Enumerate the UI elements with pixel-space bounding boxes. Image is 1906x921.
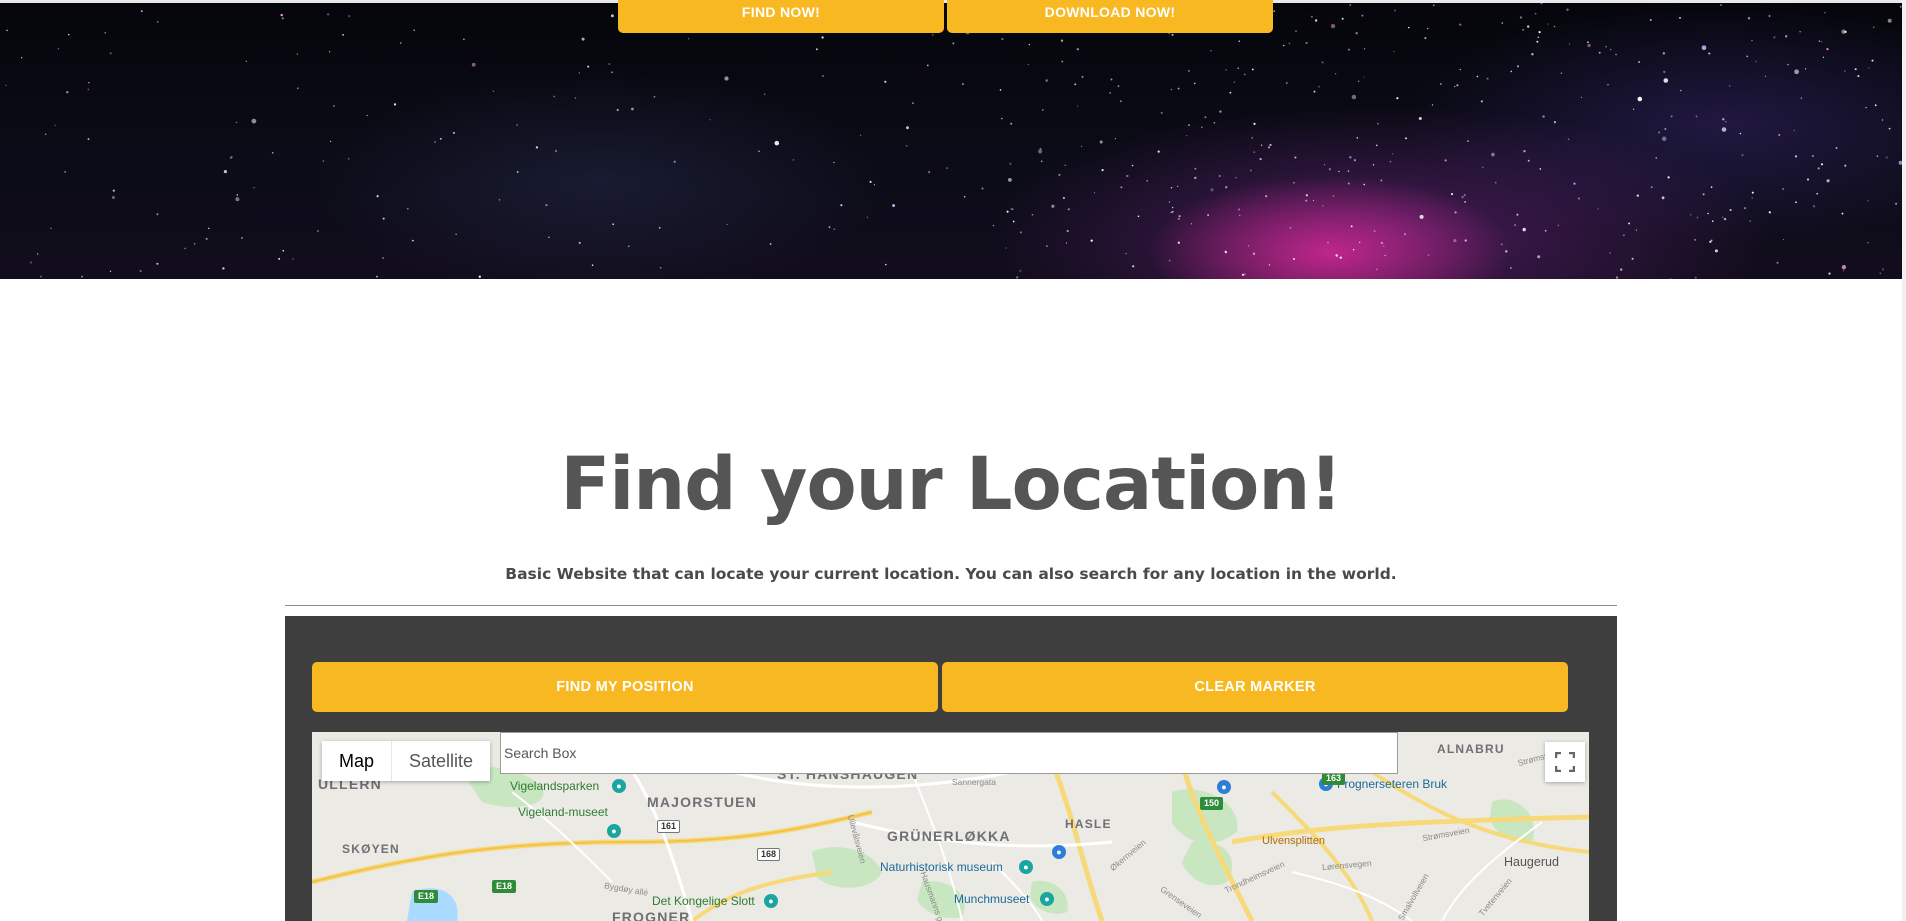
map-canvas[interactable]: ULLERN MAJORSTUEN ST. HANSHAUGEN GRÜNERL… bbox=[312, 732, 1589, 921]
starfield-background bbox=[5, 3, 1902, 279]
map-poi-label: Vigelandsparken bbox=[510, 779, 600, 793]
page-scrollbar[interactable] bbox=[1902, 0, 1906, 921]
map-poi-label: Naturhistorisk museum bbox=[880, 860, 1003, 874]
map-poi-label: Det Kongelige Slott bbox=[652, 894, 755, 908]
map-street-label: Sannergata bbox=[952, 777, 996, 787]
transit-pin-icon: ● bbox=[1217, 780, 1231, 794]
map-poi-label: Munchmuseet bbox=[954, 892, 1030, 906]
museum-pin-icon: ● bbox=[1019, 860, 1033, 874]
fullscreen-icon bbox=[1555, 752, 1575, 772]
clear-marker-button[interactable]: CLEAR MARKER bbox=[942, 662, 1568, 712]
transit-pin-icon: ● bbox=[1052, 845, 1066, 859]
park-pin-icon: ● bbox=[612, 779, 626, 793]
road-shield: E18 bbox=[414, 890, 439, 903]
map-poi-label: Vigeland-museet bbox=[518, 805, 608, 819]
find-my-position-button[interactable]: FIND MY POSITION bbox=[312, 662, 938, 712]
fullscreen-button[interactable] bbox=[1545, 742, 1585, 782]
page-title: Find your Location! bbox=[560, 442, 1342, 527]
page-subtitle: Basic Website that can locate your curre… bbox=[505, 565, 1397, 583]
map-panel: FIND MY POSITION CLEAR MARKER ULLERN MAJ… bbox=[285, 616, 1617, 921]
map-poi-label: Frognerseteren Bruk bbox=[1337, 777, 1448, 791]
map-place-label: Haugerud bbox=[1504, 855, 1559, 869]
map-type-control: Map Satellite bbox=[322, 741, 491, 781]
map-type-map-button[interactable]: Map bbox=[322, 741, 393, 781]
map-district-label: MAJORSTUEN bbox=[647, 794, 758, 810]
road-shield: 161 bbox=[657, 820, 681, 833]
road-shield: 150 bbox=[1200, 797, 1224, 810]
section-divider bbox=[285, 605, 1617, 606]
map-search-input[interactable] bbox=[500, 732, 1398, 774]
palace-pin-icon: ● bbox=[764, 894, 778, 908]
map-type-satellite-button[interactable]: Satellite bbox=[392, 741, 490, 781]
map-place-label: Ulvensplitten bbox=[1262, 835, 1325, 847]
map-district-label: ALNABRU bbox=[1437, 742, 1505, 756]
road-shield: 168 bbox=[757, 848, 781, 861]
map-district-label: SKØYEN bbox=[342, 842, 400, 856]
map-district-label: GRÜNERLØKKA bbox=[887, 828, 1011, 844]
road-shield: E18 bbox=[492, 880, 517, 893]
hero-banner bbox=[0, 3, 1902, 279]
download-now-button[interactable]: DOWNLOAD NOW! bbox=[947, 0, 1273, 33]
map-district-label: HASLE bbox=[1065, 817, 1112, 831]
find-now-button[interactable]: FIND NOW! bbox=[618, 0, 944, 33]
map-district-label: FROGNER bbox=[612, 909, 691, 921]
museum-pin-icon: ● bbox=[1040, 892, 1054, 906]
museum-pin-icon: ● bbox=[607, 824, 621, 838]
